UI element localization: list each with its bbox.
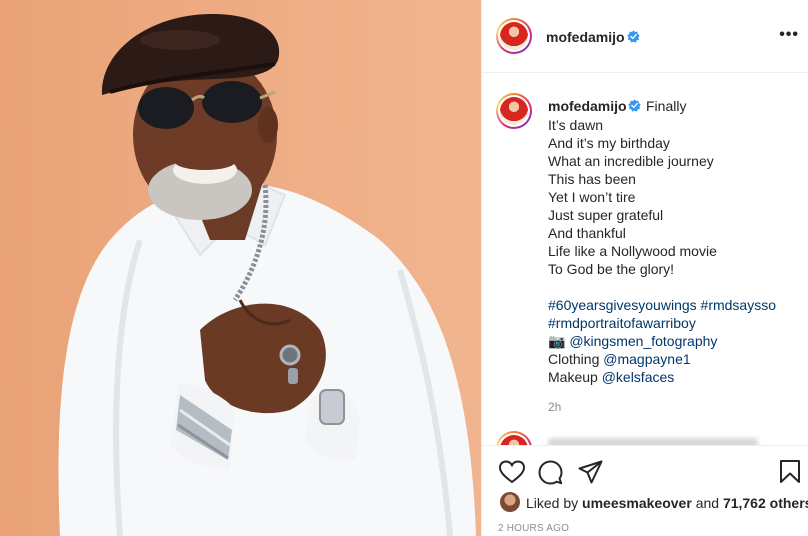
likes-and: and — [695, 495, 720, 511]
comment-icon[interactable] — [538, 460, 563, 485]
caption-line: And it’s my birthday — [548, 135, 670, 151]
liker-username[interactable]: umeesmakeover — [582, 495, 692, 511]
caption-line: Just super grateful — [548, 207, 664, 223]
caption-time[interactable]: 2h — [548, 400, 561, 414]
commenter-avatar[interactable] — [496, 431, 532, 445]
verified-badge-icon — [628, 99, 641, 112]
makeup-credit-link[interactable]: @kelsfaces — [602, 369, 675, 385]
bookmark-icon[interactable] — [779, 459, 801, 484]
paper-plane-icon[interactable] — [578, 460, 603, 484]
photo-credit-link[interactable]: @kingsmen_fotography — [569, 333, 717, 349]
post-photo[interactable] — [0, 0, 481, 536]
portrait-illustration — [58, 13, 477, 536]
profile-username[interactable]: mofedamijo — [546, 29, 625, 45]
hashtag-link[interactable]: #rmdportraitofawarriboy — [548, 315, 696, 331]
caption-line: Yet I won’t tire — [548, 189, 636, 205]
likes-summary: Liked by umeesmakeover and 71,762 others — [526, 495, 808, 511]
post-header: mofedamijo ••• — [482, 0, 808, 73]
caption-line: It’s dawn — [548, 117, 603, 133]
comment-preview-text — [548, 438, 758, 445]
caption-area: mofedamijo Finally It’s dawn And it’s my… — [482, 73, 808, 445]
hashtag-links[interactable]: #60yearsgivesyouwings #rmdsaysso — [548, 297, 776, 313]
caption-line: Life like a Nollywood movie — [548, 243, 717, 259]
clothing-label: Clothing — [548, 351, 600, 367]
caption-avatar[interactable] — [496, 93, 532, 129]
likes-count[interactable]: 71,762 others — [723, 495, 808, 511]
likes-prefix: Liked by — [526, 495, 579, 511]
liker-avatar[interactable] — [500, 492, 520, 512]
more-options-icon[interactable]: ••• — [779, 26, 799, 44]
makeup-label: Makeup — [548, 369, 598, 385]
post-details-pane: mofedamijo ••• mofedamijo Finally It’s d… — [481, 0, 808, 536]
verified-badge-icon — [627, 30, 640, 43]
post-actions: Liked by umeesmakeover and 71,762 others… — [482, 445, 808, 536]
post-timestamp[interactable]: 2 HOURS AGO — [498, 523, 569, 534]
caption-text: It’s dawn And it’s my birthday What an i… — [548, 116, 776, 386]
profile-avatar[interactable] — [496, 18, 532, 54]
caption-line: This has been — [548, 171, 636, 187]
caption-line: To God be the glory! — [548, 261, 675, 277]
caption-line: What an incredible journey — [548, 153, 714, 169]
heart-icon[interactable] — [499, 460, 525, 484]
caption-username[interactable]: mofedamijo — [548, 98, 627, 114]
caption-first-line: Finally — [646, 98, 687, 114]
caption-line: And thankful — [548, 225, 626, 241]
camera-icon: 📷 — [548, 333, 566, 349]
clothing-credit-link[interactable]: @magpayne1 — [603, 351, 690, 367]
